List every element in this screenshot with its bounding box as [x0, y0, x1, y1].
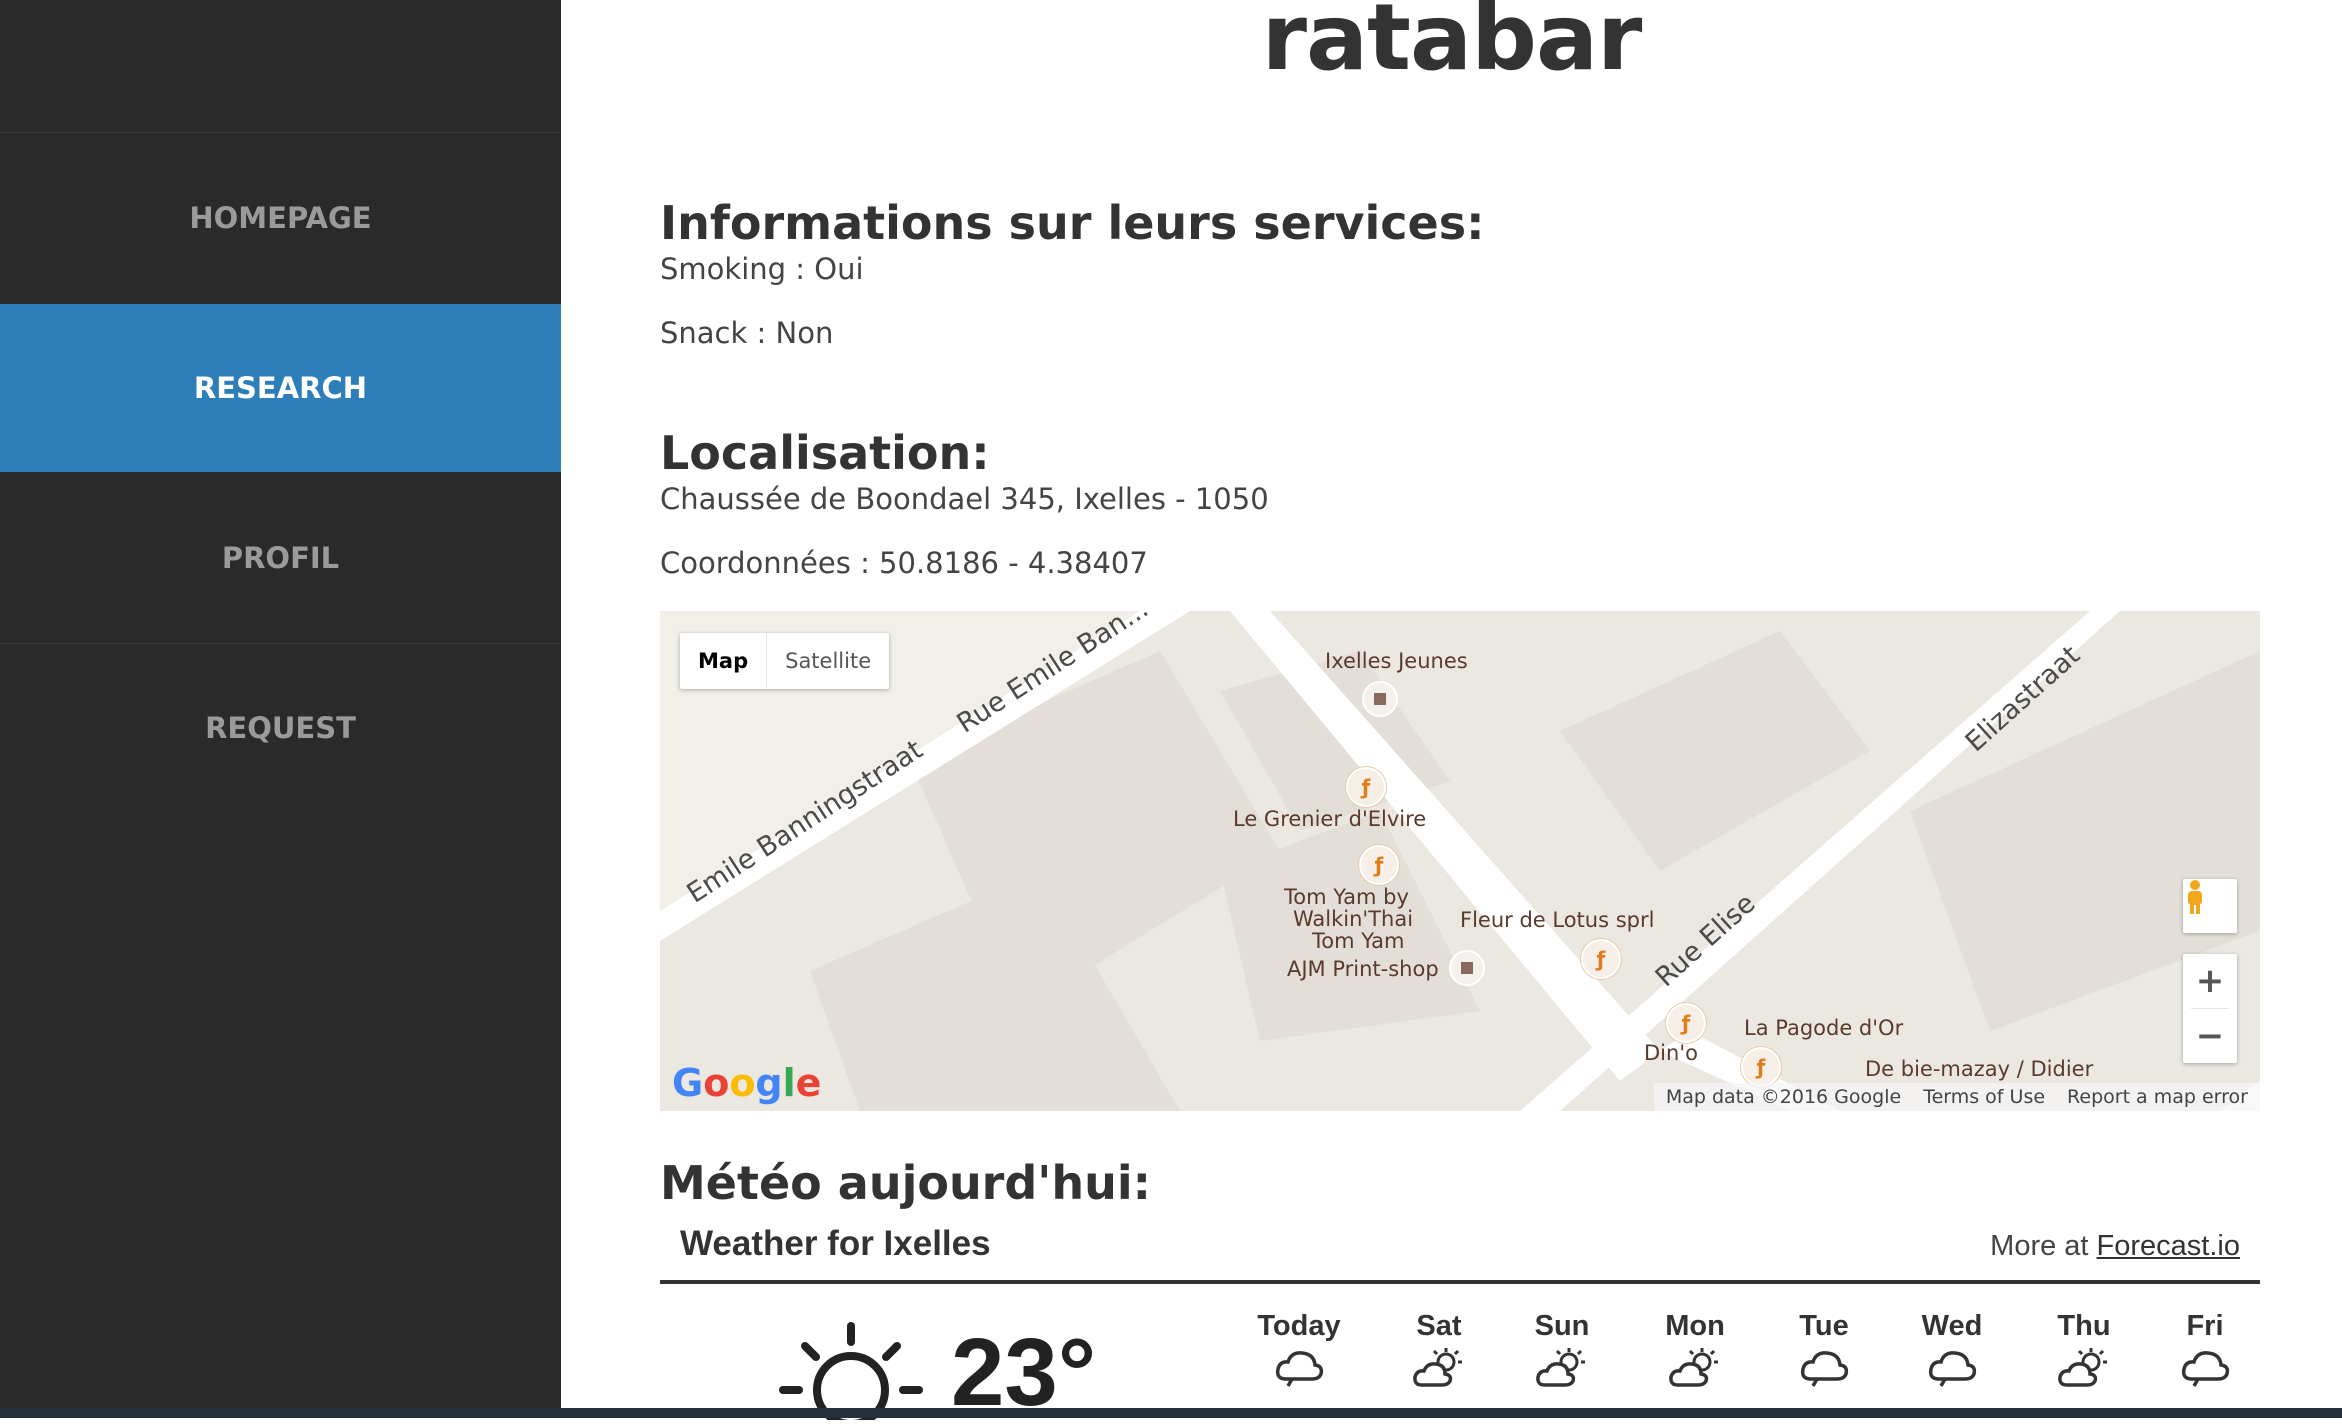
cloud-icon: [2150, 1347, 2260, 1391]
zoom-out-button[interactable]: −: [2183, 1009, 2237, 1063]
day-name: Wed: [1921, 1310, 1983, 1342]
map-attribution: Map data ©2016 Google Terms of Use Repor…: [1653, 1083, 2260, 1111]
map-type-map-button[interactable]: Map: [680, 633, 766, 689]
cloud-icon: [1244, 1347, 1354, 1391]
day-name: Thu: [2057, 1310, 2111, 1342]
street-view-pegman-icon[interactable]: [2183, 879, 2237, 933]
zoom-in-button[interactable]: +: [2183, 954, 2237, 1008]
zoom-control: + −: [2183, 954, 2237, 1063]
place-label: De bie-mazay / Didier: [1865, 1057, 2094, 1081]
place-label: Din'o: [1644, 1041, 1698, 1065]
partly-cloudy-icon: [1640, 1347, 1750, 1393]
place-label: Fleur de Lotus sprl: [1460, 908, 1655, 932]
forecast-day: Thu: [2029, 1310, 2139, 1393]
restaurant-icon[interactable]: ƒ: [1581, 939, 1621, 979]
restaurant-icon[interactable]: ƒ: [1346, 767, 1386, 807]
map-view[interactable]: Map Satellite Emile Banningstraat Rue Em…: [660, 611, 2260, 1111]
bottom-strip: [0, 1408, 2342, 1418]
forecast-link[interactable]: Forecast.io: [2097, 1230, 2240, 1262]
restaurant-icon[interactable]: ƒ: [1666, 1003, 1706, 1043]
place-marker-icon[interactable]: [1449, 950, 1485, 986]
place-label: Tom Yam: [1312, 929, 1405, 953]
forecast-day: Tue: [1769, 1310, 1879, 1391]
services-heading: Informations sur leurs services:: [660, 196, 1485, 250]
forecast-day: Sat: [1384, 1310, 1494, 1393]
cloud-icon: [1769, 1347, 1879, 1391]
report-error-link[interactable]: Report a map error: [2067, 1086, 2248, 1108]
address-text: Chaussée de Boondael 345, Ixelles - 1050: [660, 482, 1269, 516]
place-label: Ixelles Jeunes: [1325, 649, 1468, 673]
place-label: Tom Yam by: [1284, 885, 1409, 909]
restaurant-icon[interactable]: ƒ: [1741, 1047, 1781, 1087]
place-label: Le Grenier d'Elvire: [1233, 807, 1427, 831]
day-name: Tue: [1799, 1310, 1849, 1342]
sidebar-item-request[interactable]: REQUEST: [0, 644, 561, 812]
sidebar: HOMEPAGE RESEARCH PROFIL REQUEST: [0, 0, 561, 1418]
weather-heading: Météo aujourd'hui:: [660, 1156, 1152, 1210]
forecast-day: Wed: [1897, 1310, 2007, 1391]
map-type-satellite-button[interactable]: Satellite: [766, 633, 889, 689]
partly-cloudy-icon: [1507, 1347, 1617, 1393]
map-data-text: Map data ©2016 Google: [1665, 1086, 1902, 1108]
partly-cloudy-icon: [1384, 1347, 1494, 1393]
partly-cloudy-icon: [2029, 1347, 2139, 1393]
weather-widget-header: Weather for Ixelles More at Forecast.io: [660, 1210, 2260, 1284]
place-label: Walkin'Thai: [1293, 907, 1414, 931]
sidebar-item-homepage[interactable]: HOMEPAGE: [0, 134, 561, 302]
day-name: Mon: [1665, 1310, 1725, 1342]
day-name: Today: [1257, 1310, 1341, 1342]
coordinates-text: Coordonnées : 50.8186 - 4.38407: [660, 546, 1148, 580]
place-label: La Pagode d'Or: [1744, 1016, 1904, 1040]
place-label: AJM Print-shop: [1287, 957, 1439, 981]
terms-link[interactable]: Terms of Use: [1923, 1086, 2045, 1108]
place-marker-icon[interactable]: [1362, 681, 1398, 717]
google-logo: Google: [672, 1061, 822, 1105]
cloud-icon: [1897, 1347, 2007, 1391]
restaurant-icon[interactable]: ƒ: [1359, 845, 1399, 885]
sidebar-item-profil[interactable]: PROFIL: [0, 474, 561, 642]
weather-title: Weather for Ixelles: [680, 1224, 991, 1263]
map-type-control: Map Satellite: [680, 633, 890, 689]
page-title: ratabar: [1261, 0, 1643, 91]
divider: [0, 132, 561, 133]
day-name: Fri: [2186, 1310, 2224, 1342]
day-name: Sun: [1534, 1310, 1590, 1342]
forecast-day: Sun: [1507, 1310, 1617, 1393]
forecast-day: Mon: [1640, 1310, 1750, 1393]
forecast-day: Fri: [2150, 1310, 2260, 1391]
smoking-info: Smoking : Oui: [660, 252, 864, 286]
day-name: Sat: [1416, 1310, 1462, 1342]
location-heading: Localisation:: [660, 426, 990, 480]
snack-info: Snack : Non: [660, 316, 834, 350]
weather-more: More at Forecast.io: [1990, 1230, 2240, 1263]
main-content: ratabar Informations sur leurs services:…: [561, 0, 2342, 1428]
weather-more-prefix: More at: [1990, 1230, 2089, 1262]
forecast-day: Today: [1244, 1310, 1354, 1391]
sidebar-item-research[interactable]: RESEARCH: [0, 304, 561, 472]
